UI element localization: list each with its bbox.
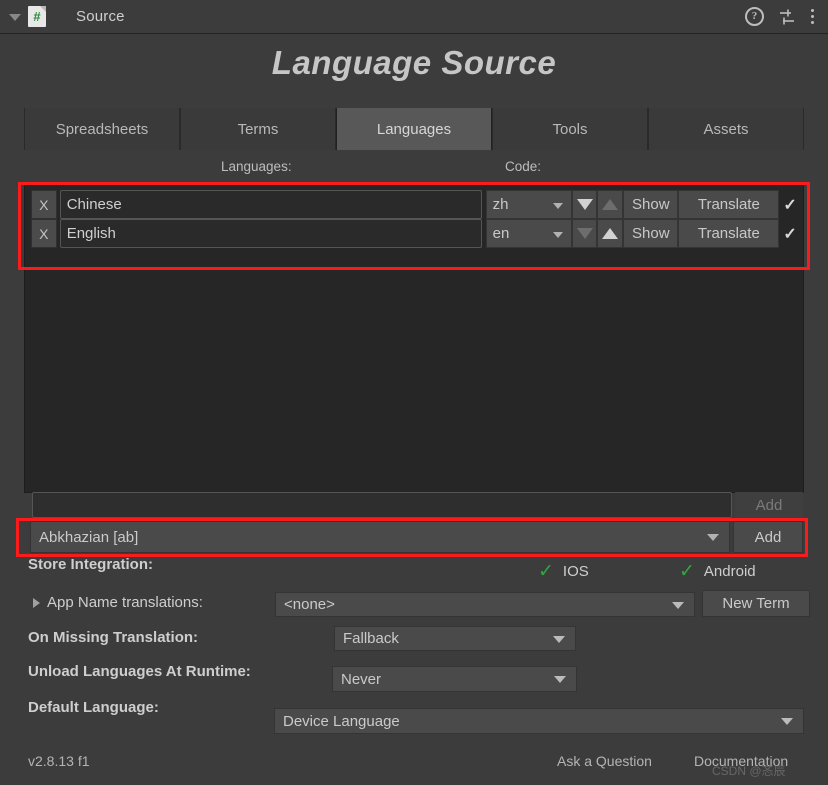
language-enabled-checkbox[interactable]: ✓ <box>779 190 801 219</box>
language-source-window: # Source ? Language Source Spreadsheets … <box>0 0 828 785</box>
script-icon-glyph: # <box>33 9 41 24</box>
chevron-down-icon <box>781 718 793 725</box>
help-icon[interactable]: ? <box>745 7 764 26</box>
add-language-row: Abkhazian [ab] Add <box>30 521 804 553</box>
move-down-button[interactable] <box>571 219 598 248</box>
app-name-translations-value: <none> <box>284 596 335 613</box>
default-language-dropdown[interactable]: Device Language <box>274 708 804 734</box>
store-target-label: IOS <box>562 563 589 580</box>
on-missing-translation-dropdown[interactable]: Fallback <box>334 626 576 651</box>
tab-terms[interactable]: Terms <box>180 108 336 150</box>
chevron-down-icon <box>672 601 684 609</box>
move-down-button[interactable] <box>571 190 598 219</box>
custom-language-input[interactable] <box>32 492 732 518</box>
app-name-translations-dropdown[interactable]: <none> <box>275 592 695 617</box>
store-target-android[interactable]: ✓ Android <box>679 562 756 581</box>
tab-bar: Spreadsheets Terms Languages Tools Asset… <box>24 108 804 150</box>
on-missing-translation-value: Fallback <box>343 630 399 647</box>
show-button[interactable]: Show <box>623 219 679 248</box>
language-name-input[interactable]: English <box>59 219 482 248</box>
window-titlebar: # Source ? <box>0 0 828 34</box>
translate-button[interactable]: Translate <box>678 190 780 219</box>
arrow-down-icon <box>576 199 593 210</box>
window-title: Source <box>76 8 125 25</box>
arrow-down-icon <box>576 228 593 239</box>
csharp-script-icon: # <box>28 6 46 27</box>
on-missing-translation-label: On Missing Translation: <box>28 629 199 646</box>
unload-languages-dropdown[interactable]: Never <box>332 666 577 692</box>
app-name-translations-label: App Name translations: <box>47 594 203 611</box>
check-icon: ✓ <box>679 561 695 582</box>
remove-language-button[interactable]: X <box>31 219 57 248</box>
languages-list-panel: X Chinese zh Show Translate ✓ X English … <box>24 185 804 493</box>
default-language-label: Default Language: <box>28 699 159 716</box>
language-enabled-checkbox[interactable]: ✓ <box>779 219 801 248</box>
version-label: v2.8.13 f1 <box>28 753 90 769</box>
chevron-down-icon <box>552 202 563 209</box>
language-picker-dropdown[interactable]: Abkhazian [ab] <box>30 521 730 553</box>
table-row: X English en Show Translate ✓ <box>31 219 801 248</box>
add-custom-language-button[interactable]: Add <box>735 492 803 518</box>
column-header-code: Code: <box>505 159 542 174</box>
store-target-label: Android <box>703 563 756 580</box>
arrow-up-icon <box>602 228 619 239</box>
language-picker-value: Abkhazian [ab] <box>39 528 139 546</box>
new-term-button[interactable]: New Term <box>702 590 810 617</box>
store-target-ios[interactable]: ✓ IOS <box>538 562 589 581</box>
chevron-down-icon <box>553 635 565 643</box>
add-language-button[interactable]: Add <box>733 521 803 553</box>
tab-tools[interactable]: Tools <box>492 108 648 150</box>
chevron-down-icon <box>552 231 563 238</box>
kebab-dot <box>810 9 814 12</box>
unload-languages-value: Never <box>341 670 382 688</box>
remove-language-button[interactable]: X <box>31 190 57 219</box>
language-name-input[interactable]: Chinese <box>59 190 482 219</box>
unload-languages-label: Unload Languages At Runtime: <box>28 663 251 680</box>
translate-button[interactable]: Translate <box>678 219 780 248</box>
default-language-value: Device Language <box>283 712 400 730</box>
store-integration-label: Store Integration: <box>28 556 154 573</box>
show-button[interactable]: Show <box>623 190 679 219</box>
check-icon: ✓ <box>538 561 554 582</box>
tab-spreadsheets[interactable]: Spreadsheets <box>24 108 180 150</box>
watermark: CSDN @忞辰 <box>712 764 786 778</box>
titlebar-actions: ? <box>745 7 814 26</box>
foldout-triangle-icon[interactable] <box>8 10 22 24</box>
page-title: Language Source <box>271 44 557 81</box>
column-header-languages: Languages: <box>221 159 292 174</box>
move-up-button[interactable] <box>597 219 624 248</box>
kebab-menu-icon[interactable] <box>810 8 814 26</box>
language-code-dropdown[interactable]: en <box>485 219 572 248</box>
language-code-value: zh <box>492 196 509 213</box>
table-row: X Chinese zh Show Translate ✓ <box>31 190 801 219</box>
preset-settings-icon[interactable] <box>778 8 796 26</box>
chevron-down-icon <box>707 534 719 541</box>
kebab-dot <box>810 15 814 18</box>
move-up-button[interactable] <box>597 190 624 219</box>
ask-a-question-link[interactable]: Ask a Question <box>557 753 652 769</box>
tab-assets[interactable]: Assets <box>648 108 804 150</box>
tab-languages[interactable]: Languages <box>336 108 492 150</box>
add-custom-language-row: Add <box>32 492 804 518</box>
app-name-foldout-icon[interactable] <box>33 598 40 608</box>
chevron-down-icon <box>554 676 566 683</box>
kebab-dot <box>810 21 814 24</box>
arrow-up-icon <box>602 199 619 210</box>
language-code-value: en <box>492 225 510 242</box>
language-code-dropdown[interactable]: zh <box>485 190 572 219</box>
